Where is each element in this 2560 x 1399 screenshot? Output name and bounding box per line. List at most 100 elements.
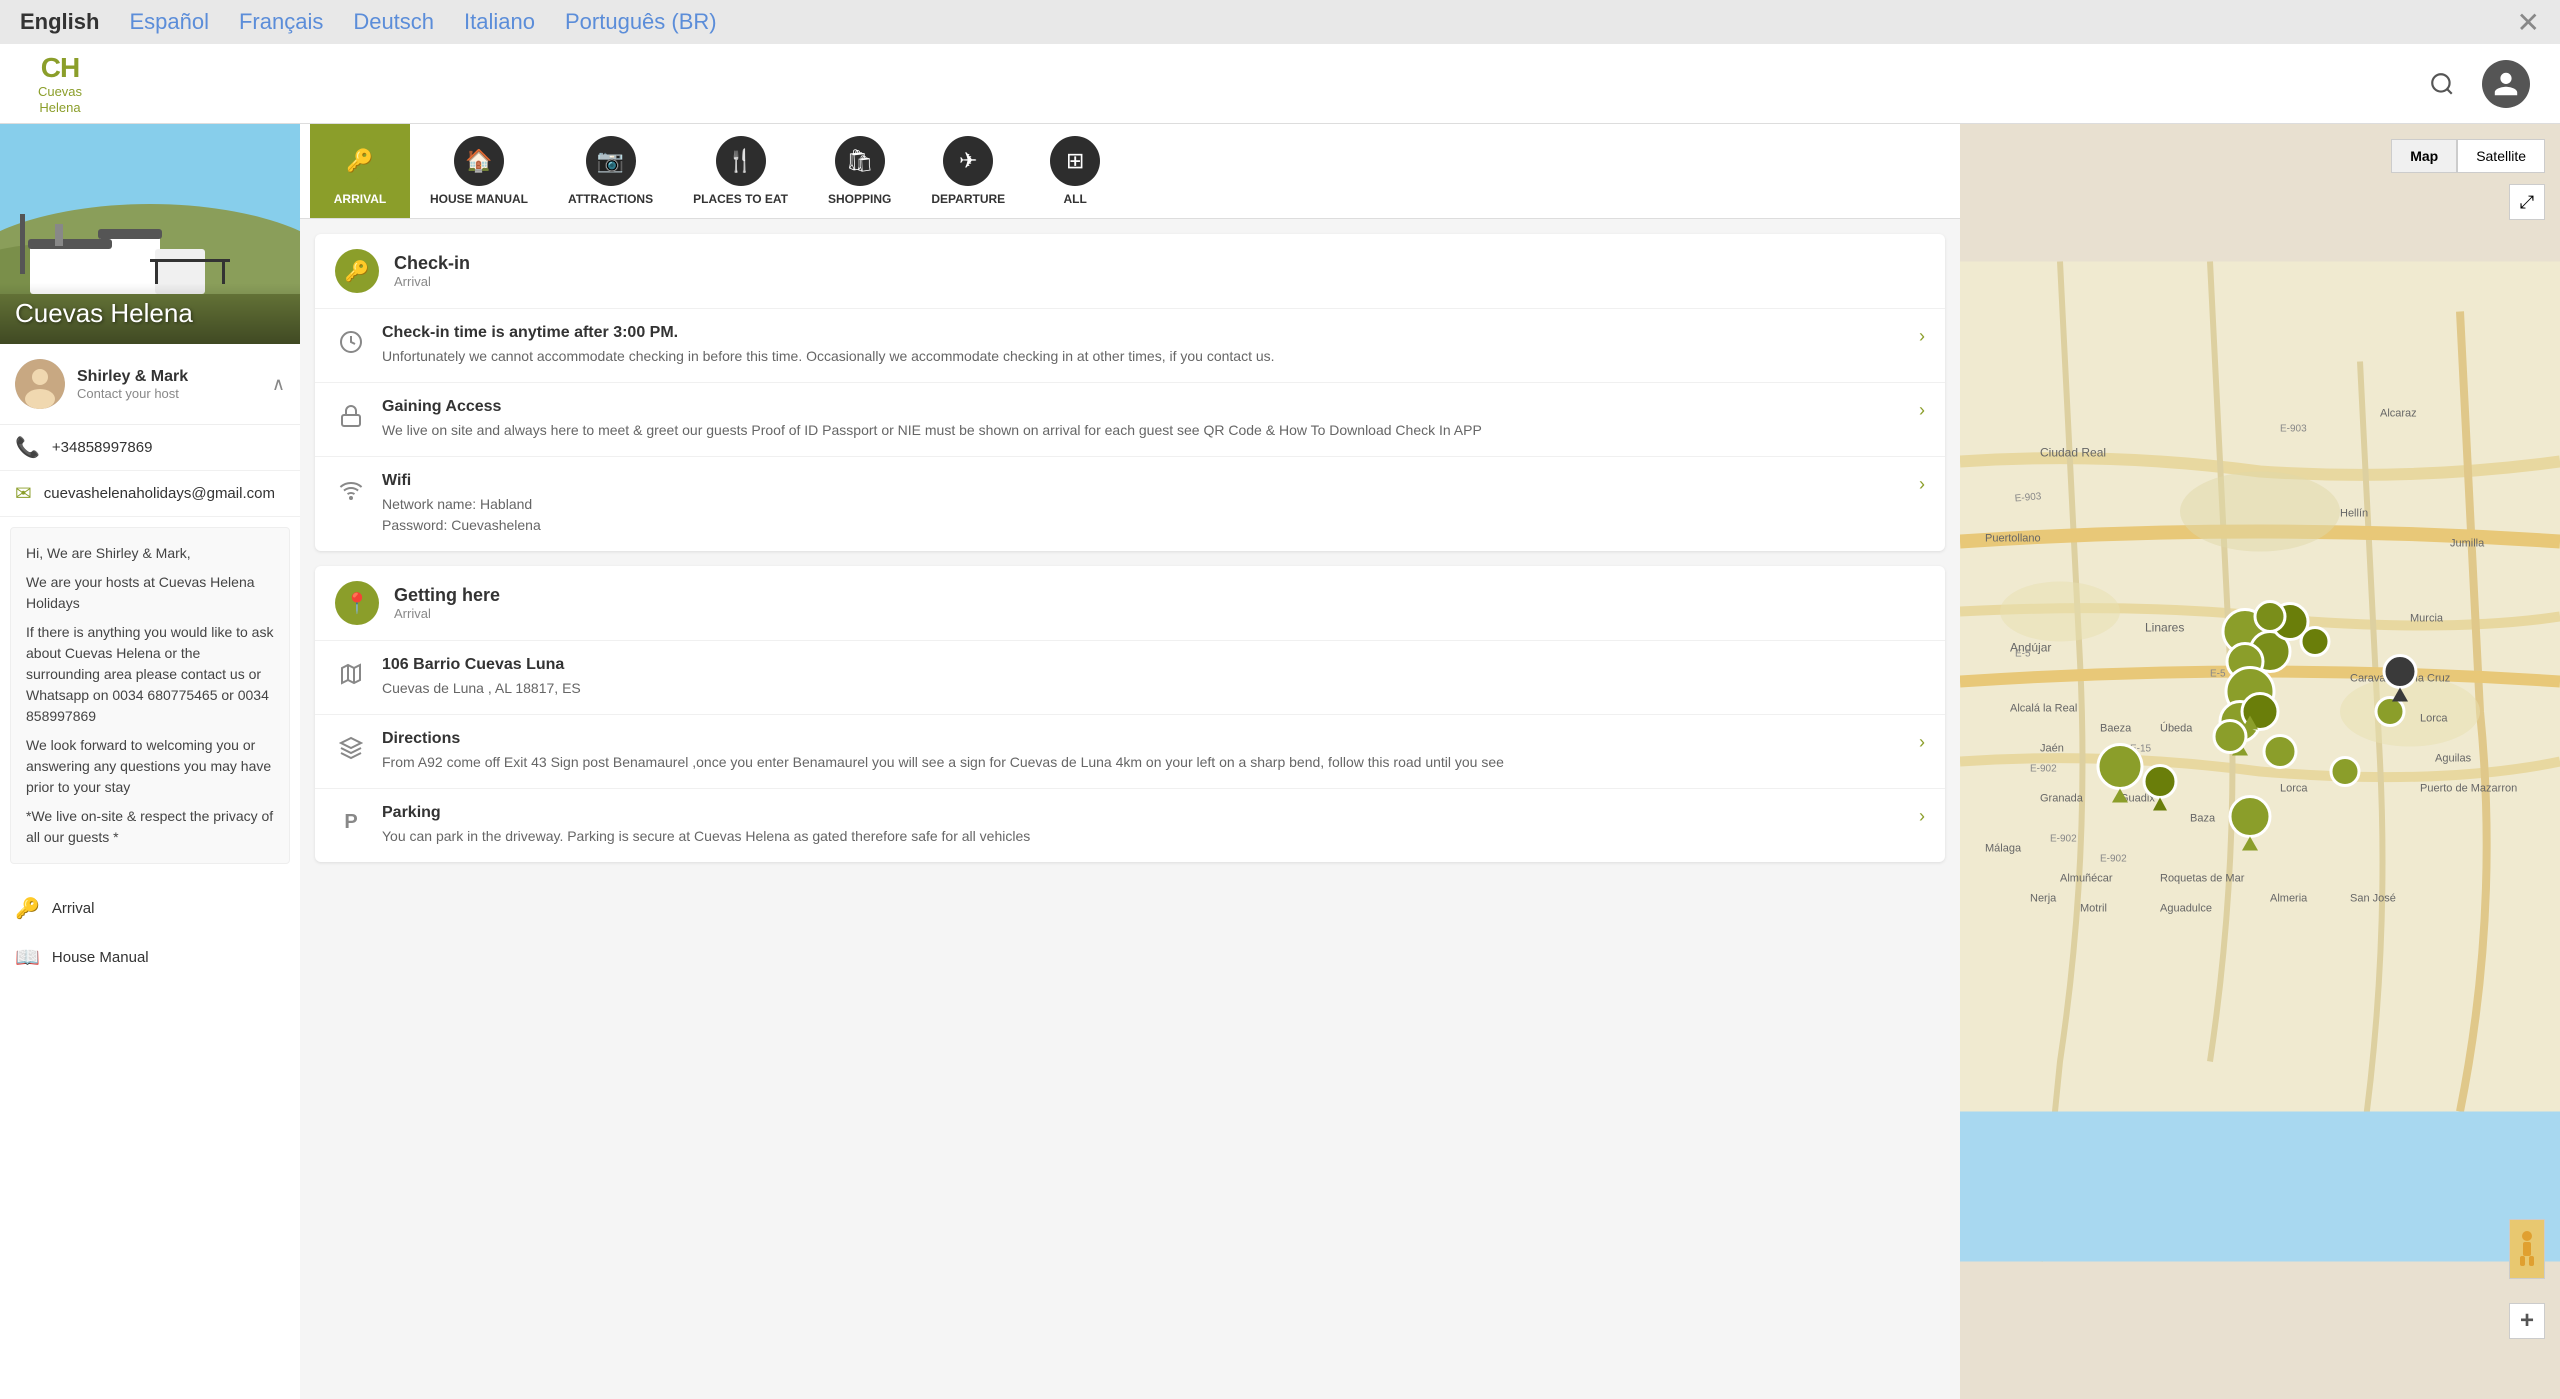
svg-text:Málaga: Málaga [1985,843,2022,855]
directions-desc: From A92 come off Exit 43 Sign post Bena… [382,752,1904,773]
svg-text:Linares: Linares [2145,621,2184,635]
svg-text:Puertollano: Puertollano [1985,533,2041,545]
email-address[interactable]: cuevashelenaholidays@gmail.com [44,485,275,502]
directions-title: Directions [382,730,1904,748]
svg-text:E-903: E-903 [2014,491,2042,504]
zoom-in-button[interactable]: + [2509,1303,2545,1339]
sidebar-item-arrival[interactable]: 🔑 Arrival [0,884,300,933]
message-line-4: We look forward to welcoming you or answ… [26,735,274,798]
property-name: Cuevas Helena [15,298,285,329]
directions-arrow[interactable]: › [1919,732,1925,753]
house-manual-tab-label: HOUSE MANUAL [430,192,528,206]
getting-here-title: Getting here [394,585,500,606]
property-image-overlay: Cuevas Helena [0,283,300,344]
collapse-button[interactable]: ∧ [272,374,285,395]
house-manual-tab-icon: 🏠 [454,136,504,186]
header-right [2422,60,2530,108]
departure-tab-icon: ✈ [943,136,993,186]
phone-number[interactable]: +34858997869 [52,439,153,456]
lang-italiano[interactable]: Italiano [464,9,535,35]
lang-english[interactable]: English [20,9,99,35]
tab-all[interactable]: ⊞ ALL [1025,124,1125,218]
tab-house-manual[interactable]: 🏠 HOUSE MANUAL [410,124,548,218]
wifi-desc: Network name: Habland Password: Cuevashe… [382,494,1904,536]
close-button[interactable]: ✕ [2517,6,2540,39]
lang-espanol[interactable]: Español [129,9,209,35]
gaining-access-item: Gaining Access We live on site and alway… [315,383,1945,457]
street-view-button[interactable] [2509,1219,2545,1279]
wifi-icon [335,474,367,506]
arrival-tab-icon: 🔑 [335,136,385,186]
svg-text:Jaén: Jaén [2040,743,2064,755]
search-icon[interactable] [2422,64,2462,104]
map-view-button[interactable]: Map [2391,139,2457,173]
map-icon [335,658,367,690]
sidebar-navigation: 🔑 Arrival 📖 House Manual [0,874,300,992]
sidebar-item-house-manual[interactable]: 📖 House Manual [0,933,300,982]
tab-attractions[interactable]: 📷 ATTRACTIONS [548,124,673,218]
message-line-3: If there is anything you would like to a… [26,622,274,727]
lang-francais[interactable]: Français [239,9,323,35]
host-avatar [15,359,65,409]
tab-arrival[interactable]: 🔑 ARRIVAL [310,124,410,218]
directions-icon [335,732,367,764]
fullscreen-button[interactable]: ⤢ [2509,184,2545,220]
parking-arrow[interactable]: › [1919,806,1925,827]
svg-text:Lorca: Lorca [2420,713,2448,725]
user-avatar[interactable] [2482,60,2530,108]
tab-bar: 🔑 ARRIVAL 🏠 HOUSE MANUAL 📷 ATTRACTIONS 🍴… [300,124,1960,219]
svg-text:Motril: Motril [2080,903,2107,915]
wifi-title: Wifi [382,472,1904,490]
checkin-title: Check-in [394,253,470,274]
checkin-card-header: 🔑 Check-in Arrival [315,234,1945,309]
gaining-access-arrow[interactable]: › [1919,400,1925,421]
main-layout: Cuevas Helena Shirley & Mark Contact you… [0,124,2560,1399]
all-tab-label: ALL [1063,192,1086,206]
host-section: Shirley & Mark Contact your host ∧ [0,344,300,425]
tab-shopping[interactable]: 🛍 SHOPPING [808,124,911,218]
svg-text:Baeza: Baeza [2100,723,2132,735]
directions-content: Directions From A92 come off Exit 43 Sig… [382,730,1904,773]
svg-text:Baza: Baza [2190,813,2216,825]
all-tab-icon: ⊞ [1050,136,1100,186]
host-info: Shirley & Mark Contact your host [77,368,260,401]
svg-text:Almuñécar: Almuñécar [2060,873,2113,885]
wifi-arrow[interactable]: › [1919,474,1925,495]
checkin-subtitle: Arrival [394,274,470,289]
content-area: 🔑 Check-in Arrival Check-in time is any [300,219,1960,892]
svg-text:Roquetas de Mar: Roquetas de Mar [2160,873,2245,885]
sidebar-house-manual-label: House Manual [52,949,149,966]
phone-contact: 📞 +34858997869 [0,425,300,471]
right-map: Ciudad Real Alcaraz Puertollano Hellín J… [1960,124,2560,1399]
host-subtitle: Contact your host [77,386,260,401]
center-content: 🔑 ARRIVAL 🏠 HOUSE MANUAL 📷 ATTRACTIONS 🍴… [300,124,1960,1399]
checkin-time-arrow[interactable]: › [1919,326,1925,347]
checkin-time-content: Check-in time is anytime after 3:00 PM. … [382,324,1904,367]
departure-tab-label: DEPARTURE [931,192,1005,206]
svg-text:Úbeda: Úbeda [2160,722,2193,735]
satellite-view-button[interactable]: Satellite [2457,139,2545,173]
parking-item: P Parking You can park in the driveway. … [315,789,1945,862]
svg-text:Aguadulce: Aguadulce [2160,903,2212,915]
svg-text:Hellín: Hellín [2340,508,2368,520]
tab-departure[interactable]: ✈ DEPARTURE [911,124,1025,218]
svg-text:E-5: E-5 [2015,649,2031,660]
lang-deutsch[interactable]: Deutsch [353,9,434,35]
logo[interactable]: CH Cuevas Helena [30,54,90,114]
language-bar: English Español Français Deutsch Italian… [0,0,2560,44]
property-image: Cuevas Helena [0,124,300,344]
svg-text:San José: San José [2350,893,2396,905]
address-desc: Cuevas de Luna , AL 18817, ES [382,678,1925,699]
svg-text:Alcalá la Real: Alcalá la Real [2010,703,2077,715]
lock-icon [335,400,367,432]
svg-text:Almeria: Almeria [2270,893,2308,905]
tab-places-to-eat[interactable]: 🍴 PLACES TO EAT [673,124,808,218]
email-contact: ✉ cuevashelenaholidays@gmail.com [0,471,300,517]
svg-text:Murcia: Murcia [2410,613,2444,625]
email-icon: ✉ [15,481,32,506]
lang-portuguese[interactable]: Português (BR) [565,9,717,35]
checkin-section-icon: 🔑 [335,249,379,293]
svg-text:E-5: E-5 [2210,669,2226,680]
places-to-eat-tab-icon: 🍴 [716,136,766,186]
arrival-tab-label: ARRIVAL [334,192,386,206]
